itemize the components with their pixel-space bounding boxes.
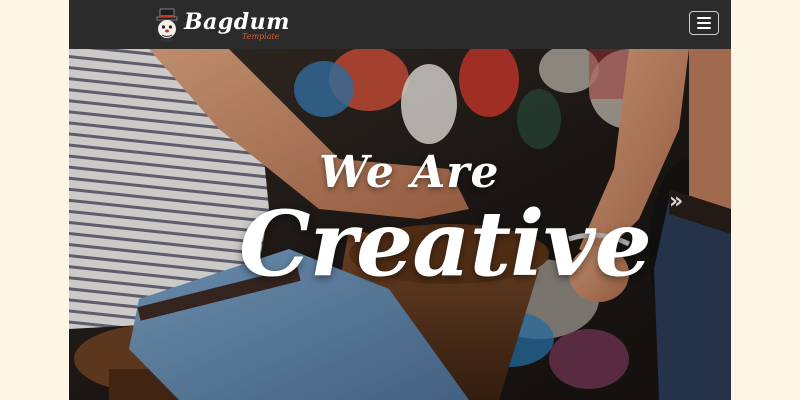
double-chevron-right-icon[interactable]: » [669, 191, 695, 213]
hero-background-photo [69, 49, 731, 400]
navbar: Bagdum Template [69, 0, 731, 49]
logo-text: Bagdum Template [184, 6, 289, 44]
hamburger-bar [697, 22, 711, 24]
mascot-logo-icon [156, 8, 178, 42]
brand-tagline: Template [242, 32, 280, 41]
brand-logo[interactable]: Bagdum Template [153, 6, 289, 44]
hamburger-bar [697, 27, 711, 29]
menu-toggle-button[interactable] [689, 11, 719, 35]
hero-slider: We Are Creative » [69, 49, 731, 400]
hamburger-menu-icon [697, 17, 711, 19]
page-frame: Bagdum Template We Are Creative » [69, 0, 731, 400]
